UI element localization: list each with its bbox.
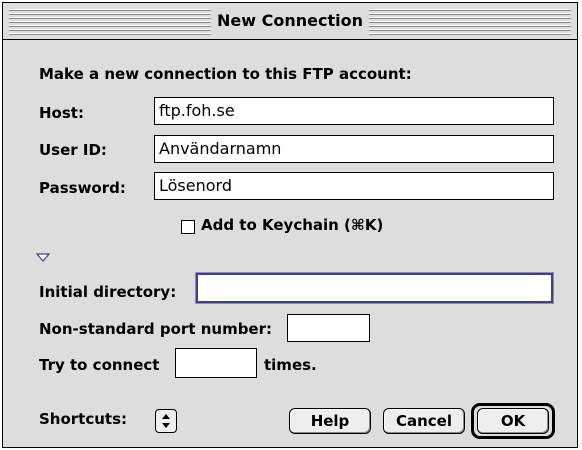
title-bar[interactable]: New Connection — [3, 3, 577, 40]
keychain-checkbox[interactable] — [181, 220, 195, 234]
keychain-label[interactable]: Add to Keychain (⌘K) — [201, 216, 383, 234]
password-label: Password: — [39, 179, 126, 197]
retries-label-after: times. — [264, 356, 317, 374]
password-input[interactable]: Lösenord — [154, 172, 554, 200]
cancel-button[interactable]: Cancel — [383, 408, 465, 434]
shortcuts-label: Shortcuts: — [39, 410, 128, 428]
user-id-label: User ID: — [39, 141, 107, 159]
help-button[interactable]: Help — [289, 408, 371, 434]
ok-button[interactable]: OK — [477, 408, 549, 434]
initial-directory-input[interactable] — [196, 273, 553, 303]
retries-input[interactable] — [175, 348, 257, 378]
port-input[interactable] — [287, 314, 370, 342]
port-label: Non-standard port number: — [39, 320, 273, 338]
host-input[interactable]: ftp.foh.se — [154, 97, 554, 125]
header-text: Make a new connection to this FTP accoun… — [39, 65, 412, 83]
disclosure-triangle-icon[interactable] — [36, 253, 50, 263]
window-title: New Connection — [211, 7, 369, 35]
initial-directory-label: Initial directory: — [39, 283, 177, 301]
popup-arrows-icon — [162, 414, 170, 428]
retries-label-before: Try to connect — [39, 356, 160, 374]
host-label: Host: — [39, 104, 84, 122]
shortcuts-popup-button[interactable] — [155, 409, 177, 433]
user-id-input[interactable]: Användarnamn — [154, 135, 554, 163]
new-connection-dialog: New Connection Make a new connection to … — [2, 2, 578, 448]
